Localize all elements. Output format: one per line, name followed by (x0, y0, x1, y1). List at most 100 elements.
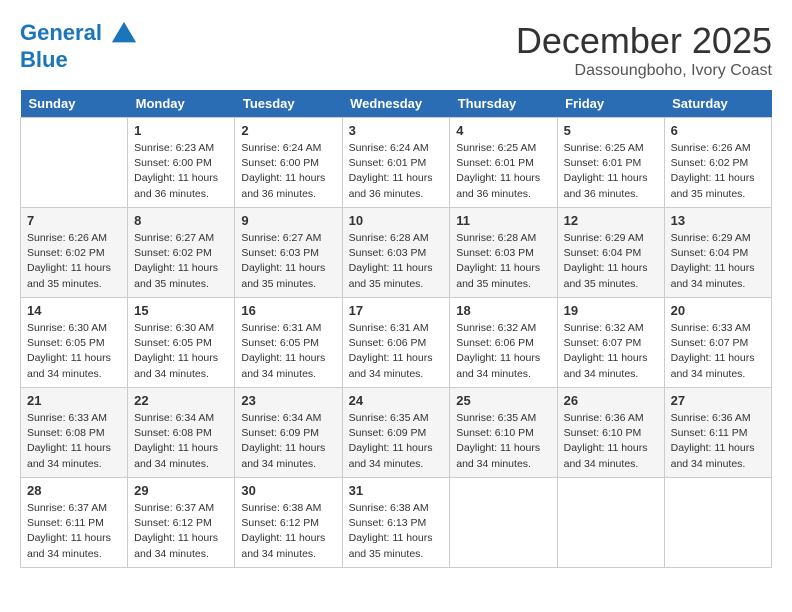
calendar-cell (21, 118, 128, 208)
day-info: Sunrise: 6:33 AMSunset: 6:07 PMDaylight:… (671, 321, 765, 382)
calendar-cell: 17Sunrise: 6:31 AMSunset: 6:06 PMDayligh… (342, 298, 450, 388)
day-info: Sunrise: 6:27 AMSunset: 6:03 PMDaylight:… (241, 231, 335, 292)
day-info: Sunrise: 6:23 AMSunset: 6:00 PMDaylight:… (134, 141, 228, 202)
day-number: 6 (671, 123, 765, 138)
day-number: 11 (456, 213, 550, 228)
day-info: Sunrise: 6:30 AMSunset: 6:05 PMDaylight:… (134, 321, 228, 382)
logo-blue: Blue (20, 48, 138, 72)
title-block: December 2025 Dassoungboho, Ivory Coast (516, 20, 772, 80)
location-title: Dassoungboho, Ivory Coast (516, 62, 772, 80)
calendar-cell: 25 Sunrise: 6:35 AMSunset: 6:10 PMDayligh… (450, 388, 557, 478)
day-number: 1 (134, 123, 228, 138)
calendar-cell: 8 Sunrise: 6:27 AMSunset: 6:02 PMDaylight… (128, 208, 235, 298)
day-info: Sunrise: 6:37 AMSunset: 6:12 PMDaylight:… (134, 501, 228, 562)
calendar-cell: 14 Sunrise: 6:30 AMSunset: 6:05 PMDayligh… (21, 298, 128, 388)
day-number: 29 (134, 483, 228, 498)
header-day: Sunday (21, 90, 128, 118)
calendar-cell: 10 Sunrise: 6:28 AMSunset: 6:03 PMDayligh… (342, 208, 450, 298)
calendar-cell: 26 Sunrise: 6:36 AMSunset: 6:10 PMDayligh… (557, 388, 664, 478)
calendar-cell: 29 Sunrise: 6:37 AMSunset: 6:12 PMDayligh… (128, 478, 235, 568)
header-day: Monday (128, 90, 235, 118)
day-info: Sunrise: 6:38 AMSunset: 6:13 PMDaylight:… (349, 501, 444, 562)
calendar-cell: 23 Sunrise: 6:34 AMSunset: 6:09 PMDayligh… (235, 388, 342, 478)
day-info: Sunrise: 6:26 AMSunset: 6:02 PMDaylight:… (671, 141, 765, 202)
day-number: 15 (134, 303, 228, 318)
day-number: 20 (671, 303, 765, 318)
day-info: Sunrise: 6:35 AMSunset: 6:09 PMDaylight:… (349, 411, 444, 472)
day-number: 12 (564, 213, 658, 228)
calendar-cell: 13 Sunrise: 6:29 AMSunset: 6:04 PMDayligh… (664, 208, 771, 298)
calendar-cell: 7Sunrise: 6:26 AMSunset: 6:02 PMDaylight… (21, 208, 128, 298)
calendar-header: SundayMondayTuesdayWednesdayThursdayFrid… (21, 90, 772, 118)
day-info: Sunrise: 6:32 AMSunset: 6:07 PMDaylight:… (564, 321, 658, 382)
calendar-cell: 31 Sunrise: 6:38 AMSunset: 6:13 PMDayligh… (342, 478, 450, 568)
logo-text: General (20, 20, 138, 48)
calendar-cell (664, 478, 771, 568)
day-info: Sunrise: 6:27 AMSunset: 6:02 PMDaylight:… (134, 231, 228, 292)
header-row: SundayMondayTuesdayWednesdayThursdayFrid… (21, 90, 772, 118)
day-number: 14 (27, 303, 121, 318)
calendar-cell: 11 Sunrise: 6:28 AMSunset: 6:03 PMDayligh… (450, 208, 557, 298)
day-number: 5 (564, 123, 658, 138)
day-number: 18 (456, 303, 550, 318)
day-info: Sunrise: 6:24 AMSunset: 6:00 PMDaylight:… (241, 141, 335, 202)
calendar-cell: 2Sunrise: 6:24 AMSunset: 6:00 PMDaylight… (235, 118, 342, 208)
day-info: Sunrise: 6:33 AMSunset: 6:08 PMDaylight:… (27, 411, 121, 472)
day-info: Sunrise: 6:31 AMSunset: 6:06 PMDaylight:… (349, 321, 444, 382)
calendar-cell: 16 Sunrise: 6:31 AMSunset: 6:05 PMDayligh… (235, 298, 342, 388)
day-info: Sunrise: 6:32 AMSunset: 6:06 PMDaylight:… (456, 321, 550, 382)
calendar-cell: 12 Sunrise: 6:29 AMSunset: 6:04 PMDayligh… (557, 208, 664, 298)
day-info: Sunrise: 6:36 AMSunset: 6:10 PMDaylight:… (564, 411, 658, 472)
calendar-cell: 18 Sunrise: 6:32 AMSunset: 6:06 PMDayligh… (450, 298, 557, 388)
calendar-cell: 6 Sunrise: 6:26 AMSunset: 6:02 PMDaylight… (664, 118, 771, 208)
day-info: Sunrise: 6:29 AMSunset: 6:04 PMDaylight:… (564, 231, 658, 292)
day-number: 7 (27, 213, 121, 228)
page-header: General Blue December 2025 Dassoungboho,… (20, 20, 772, 80)
day-number: 4 (456, 123, 550, 138)
header-day: Friday (557, 90, 664, 118)
day-number: 26 (564, 393, 658, 408)
calendar-cell: 24 Sunrise: 6:35 AMSunset: 6:09 PMDayligh… (342, 388, 450, 478)
calendar-cell: 21 Sunrise: 6:33 AMSunset: 6:08 PMDayligh… (21, 388, 128, 478)
day-number: 24 (349, 393, 444, 408)
calendar-cell (557, 478, 664, 568)
day-info: Sunrise: 6:24 AMSunset: 6:01 PMDaylight:… (349, 141, 444, 202)
day-number: 16 (241, 303, 335, 318)
day-number: 8 (134, 213, 228, 228)
day-info: Sunrise: 6:29 AMSunset: 6:04 PMDaylight:… (671, 231, 765, 292)
calendar-cell: 5Sunrise: 6:25 AMSunset: 6:01 PMDaylight… (557, 118, 664, 208)
header-day: Wednesday (342, 90, 450, 118)
day-info: Sunrise: 6:30 AMSunset: 6:05 PMDaylight:… (27, 321, 121, 382)
calendar-cell: 22Sunrise: 6:34 AMSunset: 6:08 PMDayligh… (128, 388, 235, 478)
day-number: 10 (349, 213, 444, 228)
day-info: Sunrise: 6:28 AMSunset: 6:03 PMDaylight:… (456, 231, 550, 292)
calendar-week: 28Sunrise: 6:37 AMSunset: 6:11 PMDayligh… (21, 478, 772, 568)
header-day: Saturday (664, 90, 771, 118)
day-number: 21 (27, 393, 121, 408)
calendar-cell: 28Sunrise: 6:37 AMSunset: 6:11 PMDayligh… (21, 478, 128, 568)
day-number: 13 (671, 213, 765, 228)
calendar-cell: 9Sunrise: 6:27 AMSunset: 6:03 PMDaylight… (235, 208, 342, 298)
calendar-cell: 15 Sunrise: 6:30 AMSunset: 6:05 PMDayligh… (128, 298, 235, 388)
header-day: Thursday (450, 90, 557, 118)
day-info: Sunrise: 6:28 AMSunset: 6:03 PMDaylight:… (349, 231, 444, 292)
calendar-cell (450, 478, 557, 568)
day-info: Sunrise: 6:37 AMSunset: 6:11 PMDaylight:… (27, 501, 121, 562)
logo: General Blue (20, 20, 138, 72)
day-info: Sunrise: 6:34 AMSunset: 6:09 PMDaylight:… (241, 411, 335, 472)
day-info: Sunrise: 6:35 AMSunset: 6:10 PMDaylight:… (456, 411, 550, 472)
day-number: 3 (349, 123, 444, 138)
calendar-cell: 27 Sunrise: 6:36 AMSunset: 6:11 PMDayligh… (664, 388, 771, 478)
month-title: December 2025 (516, 20, 772, 62)
calendar-body: 1 Sunrise: 6:23 AMSunset: 6:00 PMDaylight… (21, 118, 772, 568)
day-number: 25 (456, 393, 550, 408)
day-number: 27 (671, 393, 765, 408)
day-number: 23 (241, 393, 335, 408)
day-info: Sunrise: 6:38 AMSunset: 6:12 PMDaylight:… (241, 501, 335, 562)
header-day: Tuesday (235, 90, 342, 118)
day-info: Sunrise: 6:31 AMSunset: 6:05 PMDaylight:… (241, 321, 335, 382)
day-number: 31 (349, 483, 444, 498)
calendar-table: SundayMondayTuesdayWednesdayThursdayFrid… (20, 90, 772, 568)
calendar-cell: 20 Sunrise: 6:33 AMSunset: 6:07 PMDayligh… (664, 298, 771, 388)
day-info: Sunrise: 6:36 AMSunset: 6:11 PMDaylight:… (671, 411, 765, 472)
